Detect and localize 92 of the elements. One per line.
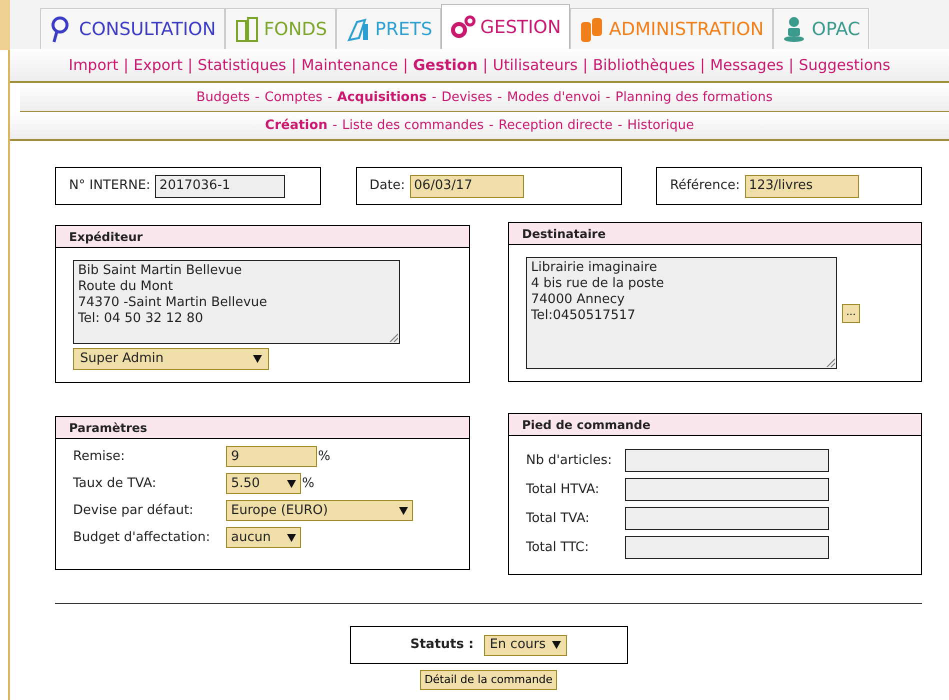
menu-link[interactable]: Modes d'envoi [507, 88, 601, 108]
tab[interactable]: FONDS [224, 8, 336, 50]
cylinders-icon [578, 16, 605, 44]
field-label: Total TVA: [526, 510, 591, 528]
input-field[interactable]: 9 [226, 446, 317, 467]
input-field[interactable]: 123/livres [744, 174, 859, 198]
books-icon [234, 16, 260, 44]
unit-label: % [302, 474, 314, 493]
resize-handle-icon[interactable] [826, 358, 835, 367]
unit-label: % [318, 448, 330, 466]
address-line: Tel:0450517517 [531, 308, 636, 324]
menu-link[interactable]: Suggestions [798, 54, 890, 76]
menu-link[interactable]: Acquisitions [337, 88, 427, 108]
panel-title: Paramètres [56, 417, 469, 439]
menu-link[interactable]: Export [134, 54, 183, 76]
menu-link[interactable]: Devises [441, 88, 492, 108]
menu-link[interactable]: Bibliothèques [592, 54, 695, 76]
menu-separator: - [488, 117, 494, 136]
field-label: Remise: [73, 448, 126, 466]
menu-separator: | [402, 54, 408, 76]
field-label: Total TTC: [526, 538, 590, 557]
select-field[interactable]: aucun [226, 527, 301, 548]
select-field[interactable]: 5.50 [226, 473, 301, 494]
input-field[interactable]: 2017036-1 [155, 174, 286, 198]
caret-icon [287, 480, 296, 488]
menu-link[interactable]: Budgets [196, 88, 250, 108]
menu-link[interactable]: Statistiques [198, 54, 286, 76]
menu-separator: | [582, 54, 588, 76]
browse-button[interactable]: ... [842, 304, 860, 322]
menu-link[interactable]: Historique [627, 116, 694, 136]
menu-separator: - [254, 89, 260, 108]
caret-icon [287, 534, 296, 542]
status-select[interactable]: En cours [484, 634, 567, 656]
menu-separator: | [788, 54, 794, 76]
menu-link[interactable]: Maintenance [301, 54, 398, 76]
tab[interactable]: GESTION [441, 4, 570, 50]
field-label: Devise par défaut: [73, 502, 194, 520]
menu-separator: - [432, 89, 436, 108]
menu-separator: - [606, 89, 610, 108]
menu-separator: - [497, 89, 502, 108]
caret-icon [399, 506, 408, 514]
menu-separator: | [482, 54, 488, 76]
caret-icon [253, 355, 262, 363]
field-label: Référence: [670, 177, 740, 196]
select-field[interactable]: Europe (EURO) [226, 500, 413, 521]
panel-title: Destinataire [509, 223, 921, 245]
panel-title: Expéditeur [56, 226, 469, 248]
field-label: Taux de TVA: [73, 474, 158, 493]
panel-title: Pied de commande [509, 414, 921, 436]
menu-separator: - [618, 117, 622, 136]
input-field[interactable] [625, 536, 829, 559]
menu-separator: | [188, 54, 193, 76]
menu-link[interactable]: Création [265, 116, 328, 136]
input-field[interactable] [625, 507, 829, 530]
detail-button[interactable]: Détail de la commande [420, 670, 557, 690]
address-textarea[interactable]: Bib Saint Martin Bellevue Route du Mont 74370 -Saint Martin Bellevue Tel: 04 50 32 12 80 [73, 260, 400, 344]
tab[interactable]: CONSULTATION [40, 8, 225, 50]
menu-separator: - [332, 117, 338, 136]
address-line: Tel: 04 50 32 12 80 [78, 311, 204, 327]
field-label: Statuts : [410, 636, 474, 654]
input-field[interactable] [625, 449, 829, 472]
menu-link[interactable]: Import [68, 54, 118, 76]
caret-icon [552, 641, 561, 649]
menu-link[interactable]: Gestion [413, 54, 478, 76]
menu-link[interactable]: Comptes [264, 88, 322, 108]
menu-link[interactable]: Utilisateurs [492, 54, 578, 76]
address-line: Bib Saint Martin Bellevue [78, 263, 243, 279]
menu-link[interactable]: Reception directe [498, 116, 613, 136]
field-label: Budget d'affectation: [73, 528, 212, 547]
menu-separator: | [291, 54, 296, 76]
address-line: 74370 -Saint Martin Bellevue [78, 295, 268, 311]
field-label: Date: [370, 177, 405, 196]
address-line: 74000 Annecy [531, 292, 626, 308]
tab[interactable]: PRETS [336, 8, 442, 50]
input-field[interactable]: 06/03/17 [410, 174, 524, 198]
menu-separator: | [123, 54, 128, 76]
menu-link[interactable]: Planning des formations [615, 88, 773, 108]
user-select[interactable]: Super Admin [73, 348, 269, 370]
tab[interactable]: OPAC [772, 8, 870, 50]
resize-handle-icon[interactable] [389, 333, 398, 342]
address-line: Librairie imaginaire [531, 260, 658, 276]
address-line: 4 bis rue de la poste [531, 276, 666, 292]
field-label: Nb d'articles: [526, 452, 613, 470]
field-label: Total HTVA: [526, 480, 600, 499]
address-textarea[interactable]: Librairie imaginaire 4 bis rue de la poste 74000 Annecy Tel:0450517517 [526, 257, 837, 369]
menu-link[interactable]: Messages [710, 54, 784, 76]
menu-separator: - [327, 89, 332, 108]
address-line: Route du Mont [78, 279, 174, 295]
menu-separator: | [700, 54, 706, 76]
field-label: N° INTERNE: [69, 177, 150, 196]
menu-link[interactable]: Liste des commandes [342, 116, 484, 136]
input-field[interactable] [625, 478, 829, 501]
